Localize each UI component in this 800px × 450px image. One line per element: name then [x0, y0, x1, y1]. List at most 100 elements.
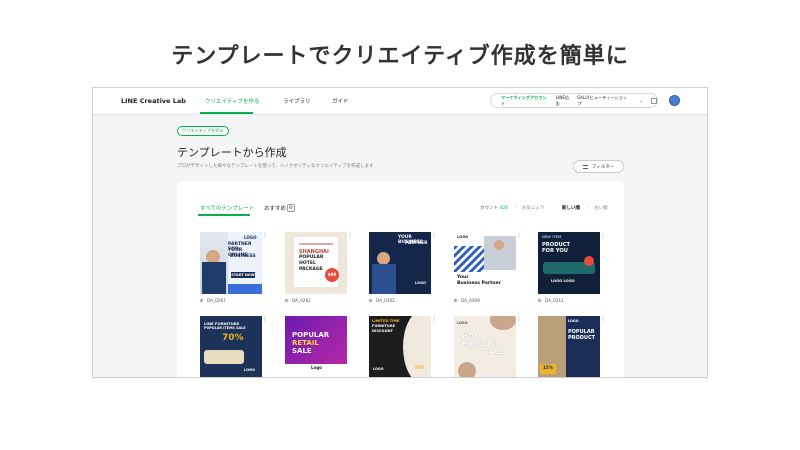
template-thumbnail[interactable]: LOGO POPULAR PRODUCT 15% — [538, 316, 600, 377]
more-menu-icon[interactable]: ⋮ — [347, 232, 353, 239]
template-thumbnail[interactable]: LOGO Your Business Partner — [454, 232, 516, 294]
card-headline: Business Partner — [457, 281, 501, 286]
card-headline: PRODUCT — [568, 335, 596, 341]
card-cta: START NOW — [231, 272, 255, 278]
more-menu-icon[interactable]: ⋮ — [262, 316, 268, 323]
account-selector[interactable]: マーケティングアカウント LINE広告 SALLYビューティーショップ ⌄ — [490, 93, 658, 108]
person-suit — [372, 264, 396, 294]
nav-active-indicator — [200, 112, 253, 114]
card-caption: DA_0267 — [199, 298, 262, 303]
discount-badge — [584, 256, 594, 266]
sort-divider: | — [587, 205, 589, 210]
card-logo: LOGO — [244, 368, 255, 372]
template-thumbnail[interactable]: LOGO HOT PRODUCT SALE — [454, 316, 516, 377]
app-window: LINE Creative Lab クリエイティブを作る ライブラリ ガイド マ… — [92, 87, 708, 378]
card-headline: PARTNER — [405, 241, 428, 246]
card-logo: LOGO — [415, 281, 426, 285]
external-link-icon[interactable] — [651, 97, 658, 104]
discount-badge: 50% — [415, 365, 425, 370]
template-thumbnail[interactable]: LOGO PARTNER FOR YOUR ONLINE BUSINESS ST… — [200, 232, 262, 294]
slide-title: テンプレートでクリエイティブ作成を簡単に — [171, 44, 629, 69]
more-menu-icon[interactable]: ⋮ — [262, 232, 268, 239]
diamond-icon — [537, 298, 542, 303]
count-label: カウント — [480, 206, 498, 211]
template-thumbnail[interactable]: NEW ITEM PRODUCT FOR YOU LOGO LOGO — [538, 232, 600, 294]
card-caption: DA_0302 — [368, 298, 431, 303]
card-logo: LOGO — [457, 321, 468, 325]
template-card[interactable]: LOGO HOT PRODUCT SALE ⋮ — [454, 316, 522, 377]
page-title: テンプレートから作成 — [177, 146, 287, 159]
template-card[interactable]: LOGO POPULAR PRODUCT 15% ⋮ — [538, 316, 606, 377]
template-count: カウント 426 — [480, 205, 508, 211]
template-card[interactable]: NEW ITEM PRODUCT FOR YOU LOGO LOGO ⋮ DA_… — [537, 232, 606, 303]
template-card[interactable]: POPULAR RETAIL SALE Logo ⋮ — [285, 316, 353, 377]
tab-recommended[interactable]: おすすめ — [264, 204, 286, 212]
blob-shape — [458, 362, 476, 377]
template-card[interactable]: LIMITED TIME FURNITURE DISCOUNT 50% LOGO… — [369, 316, 437, 377]
card-logo: Logo — [311, 365, 322, 370]
card-headline: DISCOUNT — [372, 329, 393, 333]
person-suit — [202, 262, 226, 294]
price-badge: $99 — [325, 268, 339, 282]
diamond-icon — [199, 298, 204, 303]
card-headline: FOR YOU — [542, 248, 568, 254]
sort-favorites[interactable]: お気に入り — [522, 205, 545, 211]
discount-badge: 15% — [540, 364, 556, 374]
template-card[interactable]: LINE FURNITURE POPULAR ITEMS SALE 70% LO… — [200, 316, 268, 377]
more-menu-icon[interactable]: ⋮ — [516, 232, 522, 239]
accent-bar — [228, 284, 262, 294]
count-value: 426 — [499, 206, 509, 211]
tab-active-indicator — [198, 214, 250, 216]
template-card[interactable]: SHANGHAI POPULAR HOTEL PACKAGE $99 ⋮ DA_… — [284, 232, 353, 303]
avatar[interactable] — [669, 95, 680, 106]
settings-icon[interactable]: ⚙ — [287, 204, 295, 212]
nav-create[interactable]: クリエイティブを作る — [205, 97, 260, 105]
template-thumbnail[interactable]: LIMITED TIME FURNITURE DISCOUNT 50% LOGO — [369, 316, 431, 377]
pattern-block — [454, 246, 484, 272]
card-id: DA_0309 — [461, 298, 480, 303]
card-headline: POPULAR ITEMS SALE — [204, 326, 246, 330]
diamond-icon — [284, 298, 289, 303]
template-card[interactable]: LOGO PARTNER FOR YOUR ONLINE BUSINESS ST… — [199, 232, 268, 303]
card-logo: LOGO — [244, 235, 257, 240]
card-id: DA_0262 — [292, 298, 311, 303]
template-thumbnail[interactable]: LINE FURNITURE POPULAR ITEMS SALE 70% LO… — [200, 316, 262, 377]
card-headline: SALE — [292, 347, 312, 355]
account-name: LINE広告 — [555, 94, 570, 106]
template-panel: すべてのテンプレート おすすめ ⚙ カウント 426 ♡ お気に入り 新しい順 … — [177, 181, 624, 377]
nav-library[interactable]: ライブラリ — [283, 97, 311, 105]
breadcrumb-separator: › — [230, 127, 232, 132]
breadcrumb[interactable]: クリエイティブを作る — [177, 126, 229, 136]
card-headline: SALE — [484, 348, 504, 356]
person-head — [494, 240, 504, 250]
sort-oldest[interactable]: 古い順 — [594, 205, 608, 211]
template-card[interactable]: YOUR BUSINESS PARTNER LOGO ⋮ DA_0302 — [368, 232, 437, 303]
more-menu-icon[interactable]: ⋮ — [431, 316, 437, 323]
card-logo: LOGO — [373, 367, 384, 371]
more-menu-icon[interactable]: ⋮ — [516, 316, 522, 323]
template-thumbnail[interactable]: YOUR BUSINESS PARTNER LOGO — [369, 232, 431, 294]
heart-icon[interactable]: ♡ — [514, 205, 518, 210]
card-logo: LOGO LOGO — [551, 279, 575, 283]
filter-button[interactable]: フィルター — [573, 160, 624, 173]
more-menu-icon[interactable]: ⋮ — [600, 232, 606, 239]
template-card[interactable]: LOGO Your Business Partner ⋮ DA_0309 — [453, 232, 522, 303]
shop-name: SALLYビューティーショップ — [577, 94, 627, 106]
card-headline: PACKAGE — [299, 267, 323, 272]
filter-label: フィルター — [591, 164, 615, 170]
chevron-down-icon[interactable]: ⌄ — [639, 98, 643, 104]
app-logo[interactable]: LINE Creative Lab — [121, 97, 186, 105]
more-menu-icon[interactable]: ⋮ — [431, 232, 437, 239]
template-thumbnail[interactable]: POPULAR RETAIL SALE Logo — [285, 316, 347, 377]
sort-newest[interactable]: 新しい順 — [562, 205, 580, 211]
card-headline: BUSINESS — [230, 254, 256, 259]
sofa-image — [204, 350, 244, 364]
nav-guide[interactable]: ガイド — [332, 97, 349, 105]
more-menu-icon[interactable]: ⋮ — [600, 316, 606, 323]
tape-strip — [299, 243, 333, 245]
template-thumbnail[interactable]: SHANGHAI POPULAR HOTEL PACKAGE $99 — [285, 232, 347, 294]
card-discount: 70% — [222, 333, 244, 343]
card-caption: DA_0262 — [284, 298, 347, 303]
more-menu-icon[interactable]: ⋮ — [347, 316, 353, 323]
tab-all-templates[interactable]: すべてのテンプレート — [200, 204, 254, 212]
